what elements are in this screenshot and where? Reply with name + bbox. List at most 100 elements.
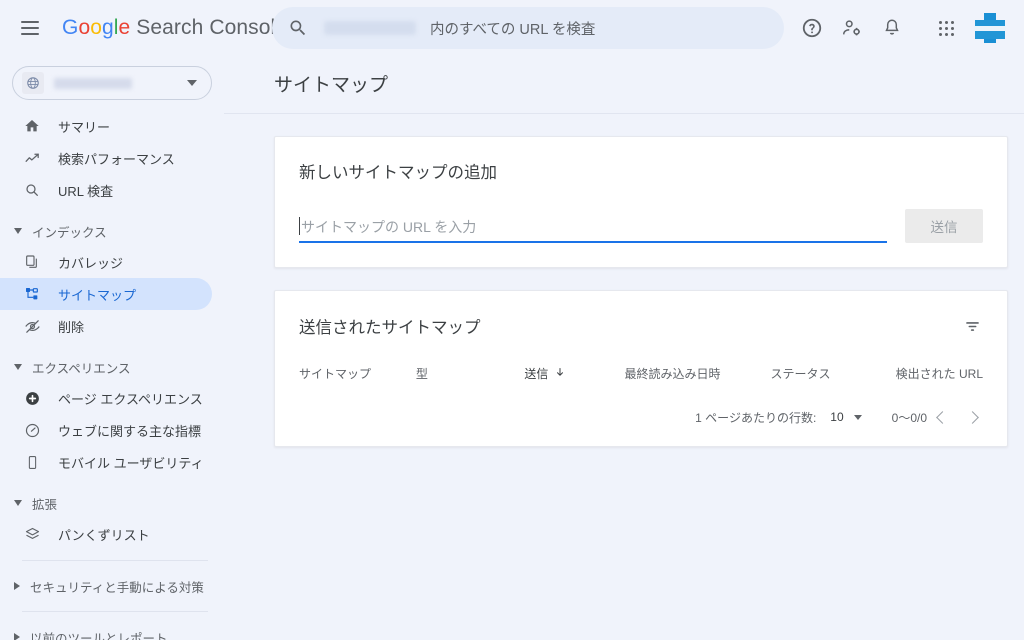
globe-icon xyxy=(22,72,44,94)
sidebar-item-sitemaps[interactable]: サイトマップ xyxy=(0,278,212,310)
top-bar: Google Search Console 内のすべての URL を検査 xyxy=(0,0,1024,56)
user-avatar[interactable] xyxy=(974,12,1006,44)
submitted-sitemaps-header: 送信されたサイトマップ xyxy=(275,291,1007,341)
submit-sitemap-button[interactable]: 送信 xyxy=(905,209,983,243)
main-content: サイトマップ 新しいサイトマップの追加 送信 送信されたサイトマップ xyxy=(224,56,1024,640)
sidebar-section-label: セキュリティと手動による対策 xyxy=(30,580,204,595)
pages-icon xyxy=(22,252,42,272)
input-focus-underline xyxy=(299,241,887,243)
mobile-icon xyxy=(22,452,42,472)
redacted-property-name xyxy=(324,21,416,35)
add-sitemap-heading: 新しいサイトマップの追加 xyxy=(299,164,497,182)
search-icon xyxy=(288,18,308,38)
sitemap-url-input-wrap xyxy=(299,217,887,243)
sidebar-item-label: モバイル ユーザビリティ xyxy=(58,455,204,471)
sidebar-item-core-web-vitals[interactable]: ウェブに関する主な指標 xyxy=(0,414,212,446)
previous-page-button[interactable] xyxy=(927,402,957,432)
column-header-type[interactable]: 型 xyxy=(416,365,524,382)
sidebar-item-page-experience[interactable]: ページ エクスペリエンス xyxy=(0,382,212,414)
sidebar-section-experience-items: ページ エクスペリエンス ウェブに関する主な指標 モバイル ユーザビリティ xyxy=(0,382,224,478)
sidebar-section-index[interactable]: インデックス xyxy=(0,216,224,246)
sidebar-item-label: ウェブに関する主な指標 xyxy=(58,423,202,439)
chevron-right-icon xyxy=(14,633,20,640)
brand-letter-e: e xyxy=(118,16,131,39)
help-icon[interactable] xyxy=(792,8,832,48)
brand-letter-o1: o xyxy=(78,16,91,39)
sidebar-item-label: サマリー xyxy=(58,119,111,135)
add-sitemap-card: 新しいサイトマップの追加 送信 xyxy=(274,136,1008,268)
sidebar-item-label: パンくずリスト xyxy=(58,527,150,543)
sidebar-item-label: URL 検査 xyxy=(58,183,114,199)
sidebar-item-label: カバレッジ xyxy=(58,255,124,271)
chevron-down-icon xyxy=(14,364,22,370)
sort-descending-arrow-icon xyxy=(554,366,566,381)
home-icon xyxy=(22,116,42,136)
chevron-down-icon xyxy=(14,500,22,506)
sitemap-icon xyxy=(22,284,42,304)
sidebar-item-label: サイトマップ xyxy=(58,287,137,303)
sidebar-section-enhancements-items: パンくずリスト xyxy=(0,518,224,550)
filter-icon[interactable] xyxy=(957,311,987,341)
hamburger-menu-icon[interactable] xyxy=(18,16,42,40)
sidebar-section-index-items: カバレッジ サイトマップ 削除 xyxy=(0,246,224,342)
account-settings-icon[interactable] xyxy=(832,8,872,48)
table-pagination: 1 ページあたりの行数: 10 0〜0/0 xyxy=(275,396,1007,446)
sitemap-url-input[interactable] xyxy=(299,217,887,241)
submitted-sitemaps-card: 送信されたサイトマップ サイトマップ 型 送信 最終読み込み日時 ステータス 検… xyxy=(274,290,1008,447)
column-header-last-read[interactable]: 最終読み込み日時 xyxy=(624,365,770,382)
sidebar-section-label: 拡張 xyxy=(32,497,58,512)
brand-title: Google Search Console xyxy=(62,16,287,40)
brand-letter-g: G xyxy=(62,16,79,39)
column-header-discovered-urls[interactable]: 検出された URL xyxy=(896,365,983,382)
pagination-range: 0〜0/0 xyxy=(891,410,927,425)
notifications-bell-icon[interactable] xyxy=(872,8,912,48)
column-header-sitemap[interactable]: サイトマップ xyxy=(299,365,416,382)
sidebar-item-mobile-usability[interactable]: モバイル ユーザビリティ xyxy=(0,446,212,478)
rows-per-page-value[interactable]: 10 xyxy=(830,410,843,424)
sidebar-item-coverage[interactable]: カバレッジ xyxy=(0,246,212,278)
chevron-down-icon xyxy=(187,80,197,86)
sidebar-section-label: 以前のツールとレポート xyxy=(30,631,168,640)
brand-suffix: Search Console xyxy=(130,16,288,39)
top-bar-actions xyxy=(792,0,1014,56)
sidebar-primary-nav: サマリー 検索パフォーマンス URL 検査 xyxy=(0,110,224,206)
sidebar-item-summary[interactable]: サマリー xyxy=(0,110,212,142)
sidebar-section-legacy-tools[interactable]: 以前のツールとレポート xyxy=(0,622,224,640)
url-inspection-search-bar[interactable]: 内のすべての URL を検査 xyxy=(272,7,784,49)
chevron-down-icon xyxy=(14,228,22,234)
sidebar-section-experience[interactable]: エクスペリエンス xyxy=(0,352,224,382)
sidebar-section-enhancements[interactable]: 拡張 xyxy=(0,488,224,518)
next-page-button[interactable] xyxy=(957,402,987,432)
title-divider xyxy=(224,113,1024,114)
speedometer-icon xyxy=(22,420,42,440)
chevron-down-icon[interactable] xyxy=(853,414,862,420)
sidebar-section-label: エクスペリエンス xyxy=(32,361,131,376)
sidebar-item-label: 削除 xyxy=(58,319,85,335)
layers-icon xyxy=(22,524,42,544)
text-cursor xyxy=(299,217,300,235)
search-placeholder-text: 内のすべての URL を検査 xyxy=(430,21,596,38)
sidebar-section-security[interactable]: セキュリティと手動による対策 xyxy=(0,571,224,601)
sidebar-item-search-performance[interactable]: 検索パフォーマンス xyxy=(0,142,212,174)
trending-up-icon xyxy=(22,148,42,168)
sitemaps-table-header: サイトマップ 型 送信 最終読み込み日時 ステータス 検出された URL xyxy=(275,341,1007,396)
plus-circle-icon xyxy=(22,388,42,408)
sidebar-item-breadcrumbs[interactable]: パンくずリスト xyxy=(0,518,212,550)
sidebar-item-label: 検索パフォーマンス xyxy=(58,151,175,167)
rows-per-page-label: 1 ページあたりの行数: xyxy=(695,410,817,425)
search-icon xyxy=(22,180,42,200)
column-header-submitted-label: 送信 xyxy=(524,367,549,381)
sidebar-item-url-inspection[interactable]: URL 検査 xyxy=(0,174,212,206)
submitted-sitemaps-heading: 送信されたサイトマップ xyxy=(299,319,481,337)
apps-grid-icon[interactable] xyxy=(926,8,966,48)
sidebar-item-label: ページ エクスペリエンス xyxy=(58,391,203,407)
column-header-submitted[interactable]: 送信 xyxy=(524,365,624,382)
sidebar-item-removals[interactable]: 削除 xyxy=(0,310,212,342)
sidebar-divider xyxy=(22,560,208,561)
sidebar: サマリー 検索パフォーマンス URL 検査 インデックス カバレッジ サイトマッ… xyxy=(0,56,224,640)
property-selector[interactable] xyxy=(12,66,212,100)
brand-letter-g2: g xyxy=(102,16,114,39)
search-console-app: Google Search Console 内のすべての URL を検査 サマリ… xyxy=(0,0,1024,640)
column-header-status[interactable]: ステータス xyxy=(770,365,895,382)
redacted-property-value xyxy=(54,77,132,89)
